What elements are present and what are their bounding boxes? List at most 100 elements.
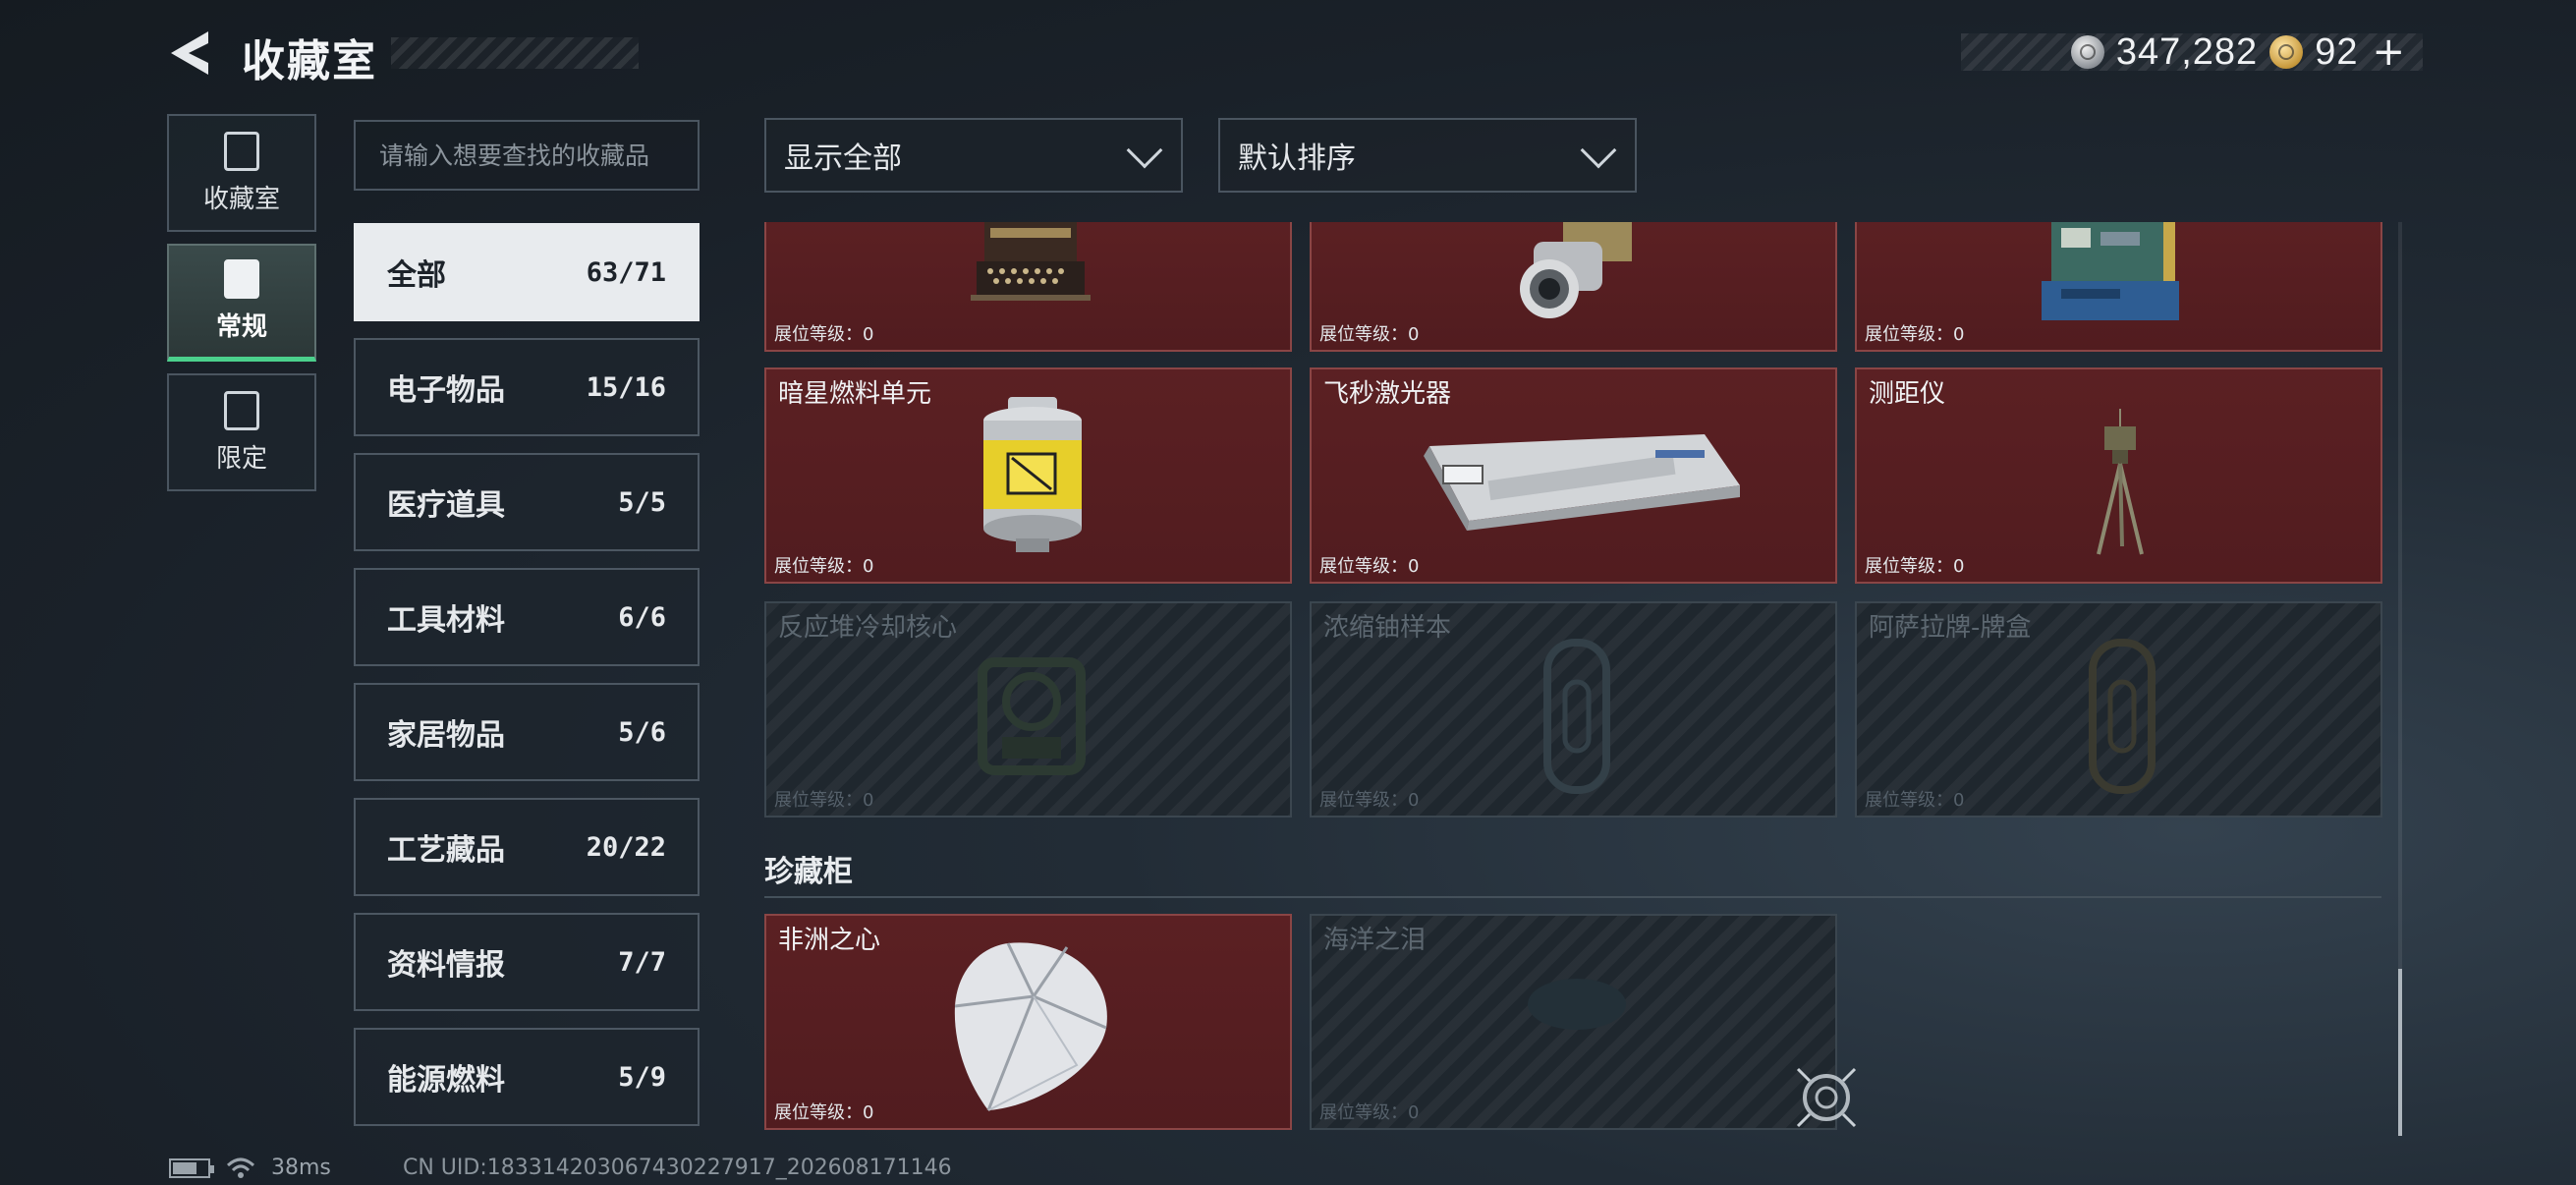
add-currency-button[interactable]: + [2372, 29, 2405, 75]
status-bar: 38ms [169, 1156, 331, 1180]
fuel-canister-icon [983, 397, 1082, 552]
currency-bar: 347,282 92 + [1961, 29, 2423, 75]
card-box-icon [2089, 639, 2156, 794]
page-title: 收藏室 [242, 36, 377, 86]
item-name: 阿萨拉牌-牌盒 [1869, 613, 2032, 643]
category-count: 6/6 [618, 601, 666, 633]
nav-tab-collection[interactable]: 收藏室 [167, 114, 316, 232]
category-tools[interactable]: 工具材料 6/6 [354, 568, 700, 666]
item-card[interactable]: 测距仪 展位等级：0 [1855, 367, 2382, 584]
category-count: 20/22 [586, 831, 666, 863]
category-name: 家居物品 [387, 718, 505, 753]
item-card[interactable]: 展位等级：0 [764, 222, 1292, 352]
category-name: 全部 [387, 258, 446, 293]
title-decoration [391, 37, 639, 69]
category-medical[interactable]: 医疗道具 5/5 [354, 453, 700, 551]
item-level: 展位等级：0 [1865, 324, 1965, 345]
item-level: 展位等级：0 [1865, 790, 1965, 811]
item-level: 展位等级：0 [774, 556, 874, 577]
item-card[interactable]: 展位等级：0 [1855, 222, 2382, 352]
femtosecond-laser-icon [1424, 434, 1740, 531]
laser-lens-icon [1520, 222, 1632, 318]
gold-coin-icon [2269, 35, 2304, 69]
side-nav: 收藏室 常规 限定 [167, 114, 316, 503]
limited-icon [224, 390, 259, 430]
category-electronics[interactable]: 电子物品 15/16 [354, 338, 700, 436]
item-level: 展位等级：0 [1319, 790, 1420, 811]
item-level: 展位等级：0 [1319, 1102, 1420, 1123]
item-name: 海洋之泪 [1323, 926, 1427, 955]
item-level: 展位等级：0 [774, 790, 874, 811]
typewriter-icon [971, 222, 1091, 301]
ocean-tear-icon [1528, 979, 1626, 1030]
category-count: 7/7 [618, 946, 666, 978]
item-level: 展位等级：0 [1319, 324, 1420, 345]
item-card-locked[interactable]: 浓缩铀样本 展位等级：0 [1310, 601, 1837, 818]
item-name: 非洲之心 [778, 926, 881, 955]
back-arrow-icon [171, 31, 208, 75]
scrollbar-thumb[interactable] [2398, 969, 2402, 1136]
item-card-locked[interactable]: 阿萨拉牌-牌盒 展位等级：0 [1855, 601, 2382, 818]
item-name: 测距仪 [1869, 379, 1946, 409]
collection-screen: 收藏室 347,282 92 + 收藏室 常规 限定 全部 63/71 [0, 0, 2576, 1185]
rangefinder-tripod-icon [2097, 409, 2144, 555]
wifi-icon [226, 1157, 255, 1178]
item-name: 暗星燃料单元 [778, 379, 932, 409]
category-count: 5/5 [618, 486, 666, 518]
category-home[interactable]: 家居物品 5/6 [354, 683, 700, 781]
category-crafts[interactable]: 工艺藏品 20/22 [354, 798, 700, 896]
nav-tab-label: 常规 [215, 312, 267, 342]
item-card[interactable]: 暗星燃料单元 展位等级：0 [764, 367, 1292, 584]
section-title-treasure: 珍藏柜 [764, 855, 853, 889]
filter-dropdown[interactable]: 显示全部 [764, 118, 1183, 193]
category-count: 5/9 [618, 1061, 666, 1093]
nav-tab-limited[interactable]: 限定 [167, 373, 316, 491]
silver-amount: 347,282 [2115, 30, 2259, 73]
category-intel[interactable]: 资料情报 7/7 [354, 913, 700, 1011]
sort-dropdown-label: 默认排序 [1238, 141, 1356, 176]
sort-dropdown[interactable]: 默认排序 [1218, 118, 1637, 193]
item-card-locked[interactable]: 海洋之泪 展位等级：0 [1310, 914, 1837, 1130]
item-name: 飞秒激光器 [1323, 379, 1452, 409]
chevron-down-icon [1580, 132, 1617, 169]
filter-dropdown-label: 显示全部 [784, 141, 902, 176]
ping-value: 38ms [271, 1156, 331, 1180]
nav-tab-label: 收藏室 [202, 184, 280, 214]
uid-text: CN UID:18331420306743022791​7_2026081711… [403, 1156, 952, 1180]
circuit-device-icon [2042, 222, 2179, 320]
search-input[interactable] [379, 141, 698, 170]
category-fuel[interactable]: 能源燃料 5/9 [354, 1028, 700, 1126]
crosshair-icon [1796, 1067, 1857, 1128]
category-count: 63/71 [586, 256, 666, 288]
category-list: 全部 63/71 电子物品 15/16 医疗道具 5/5 工具材料 6/6 家居… [354, 223, 700, 1143]
item-card[interactable]: 展位等级：0 [1310, 222, 1837, 352]
regular-icon [224, 259, 259, 299]
silver-coin-icon [2070, 35, 2104, 69]
item-card[interactable]: 飞秒激光器 展位等级：0 [1310, 367, 1837, 584]
item-level: 展位等级：0 [774, 324, 874, 345]
item-level: 展位等级：0 [1865, 556, 1965, 577]
category-count: 15/16 [586, 371, 666, 403]
uranium-sample-icon [1543, 639, 1610, 794]
section-divider [764, 896, 2381, 898]
search-box[interactable] [354, 120, 700, 191]
item-grid: 展位等级：0 展位等级：0 展位等级：0 暗星燃料单元 展位等级：0 飞秒激光器… [764, 222, 2385, 1141]
battery-icon [169, 1157, 214, 1178]
item-level: 展位等级：0 [774, 1102, 874, 1123]
reactor-core-icon [978, 657, 1086, 775]
category-name: 工具材料 [387, 603, 505, 638]
category-all[interactable]: 全部 63/71 [354, 223, 700, 321]
category-count: 5/6 [618, 716, 666, 748]
item-card-locked[interactable]: 反应堆冷却核心 展位等级：0 [764, 601, 1292, 818]
item-name: 反应堆冷却核心 [778, 613, 958, 643]
collection-icon [224, 131, 259, 171]
nav-tab-regular[interactable]: 常规 [167, 244, 316, 362]
item-level: 展位等级：0 [1319, 556, 1420, 577]
category-name: 资料情报 [387, 948, 505, 983]
back-button[interactable] [165, 28, 216, 79]
target-button[interactable] [1794, 1065, 1859, 1130]
chevron-down-icon [1126, 132, 1163, 169]
category-name: 医疗道具 [387, 488, 505, 523]
category-name: 电子物品 [387, 373, 505, 408]
item-card[interactable]: 非洲之心 展位等级：0 [764, 914, 1292, 1130]
